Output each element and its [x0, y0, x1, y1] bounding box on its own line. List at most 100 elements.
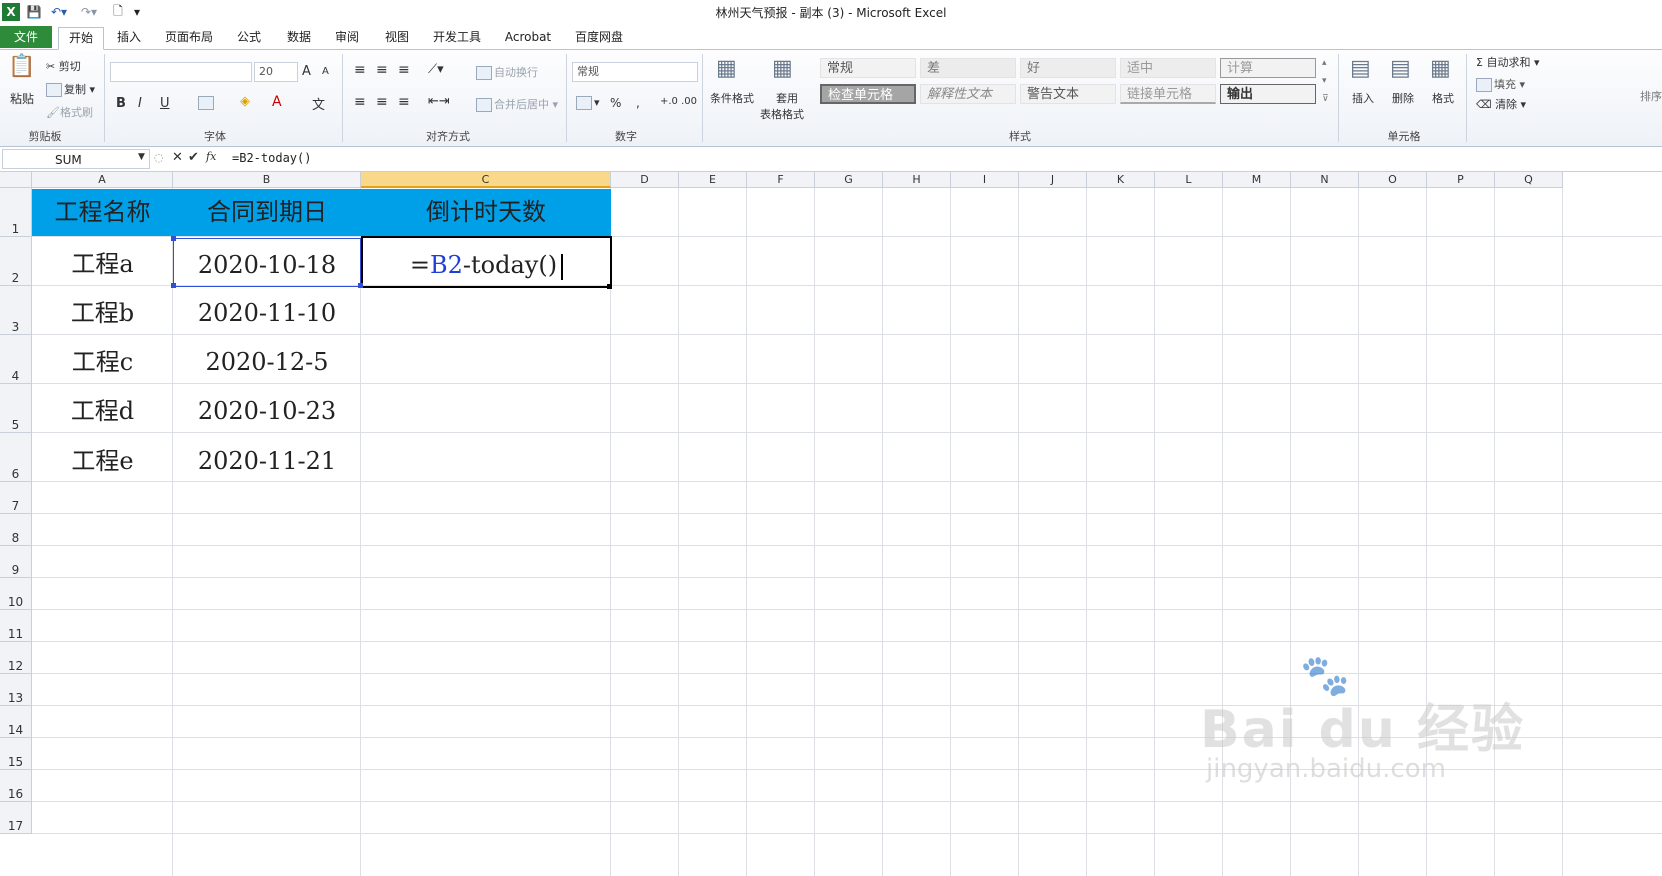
row-header-15[interactable]: 15: [0, 738, 32, 770]
column-header-b[interactable]: B: [173, 172, 361, 188]
style-output[interactable]: 输出: [1220, 84, 1316, 104]
align-middle-icon[interactable]: ≡: [376, 62, 388, 78]
delete-cells-button[interactable]: 删除: [1392, 90, 1414, 106]
column-header-d[interactable]: D: [611, 172, 679, 188]
tab-home[interactable]: 开始: [58, 27, 104, 50]
cell-c1[interactable]: 倒计时天数: [361, 189, 611, 236]
cell-a1[interactable]: 工程名称: [32, 189, 173, 236]
tab-data[interactable]: 数据: [280, 27, 318, 48]
styles-scroll-up-icon[interactable]: ▴: [1322, 58, 1327, 68]
format-cells-button[interactable]: 格式: [1432, 90, 1454, 106]
formula-options-icon[interactable]: ◌: [154, 151, 164, 164]
row-header-4[interactable]: 4: [0, 335, 32, 384]
enter-icon[interactable]: ✔: [188, 150, 199, 165]
column-header-j[interactable]: J: [1019, 172, 1087, 188]
copy-button[interactable]: 复制 ▾: [46, 81, 95, 97]
column-header-f[interactable]: F: [747, 172, 815, 188]
paste-button[interactable]: 粘贴: [10, 90, 34, 107]
cell-b3[interactable]: 2020-11-10: [173, 288, 361, 336]
style-good[interactable]: 好: [1020, 58, 1116, 78]
insert-function-button[interactable]: fx: [206, 150, 216, 163]
format-painter-button[interactable]: 🖌格式刷: [46, 104, 93, 120]
grow-font-button[interactable]: A: [302, 64, 311, 79]
fill-color-icon[interactable]: ◈: [240, 94, 250, 109]
orientation-icon[interactable]: ⟋▾: [428, 62, 444, 77]
insert-cells-button[interactable]: 插入: [1352, 90, 1374, 106]
cell-b2[interactable]: 2020-10-18: [173, 238, 361, 287]
fill-button[interactable]: 填充 ▾: [1476, 76, 1525, 92]
tab-page-layout[interactable]: 页面布局: [160, 27, 218, 48]
table-format-button-1[interactable]: 套用: [776, 90, 798, 106]
column-header-l[interactable]: L: [1155, 172, 1223, 188]
cancel-icon[interactable]: ✕: [172, 150, 183, 165]
font-size-combo[interactable]: 20: [254, 62, 298, 82]
font-name-combo[interactable]: [110, 62, 252, 82]
cell-b6[interactable]: 2020-11-21: [173, 435, 361, 483]
style-calculation[interactable]: 计算: [1220, 58, 1316, 78]
bold-button[interactable]: B: [116, 96, 126, 111]
conditional-format-button[interactable]: 条件格式: [710, 90, 754, 106]
row-header-12[interactable]: 12: [0, 642, 32, 674]
column-header-h[interactable]: H: [883, 172, 951, 188]
row-header-16[interactable]: 16: [0, 770, 32, 802]
border-icon[interactable]: [198, 96, 216, 110]
underline-button[interactable]: U: [160, 96, 170, 111]
style-normal[interactable]: 常规: [820, 58, 916, 78]
row-header-3[interactable]: 3: [0, 286, 32, 335]
cell-a3[interactable]: 工程b: [32, 288, 173, 336]
formula-input[interactable]: =B2-today(): [232, 151, 311, 165]
conditional-format-icon[interactable]: ▦: [716, 56, 737, 81]
row-header-14[interactable]: 14: [0, 706, 32, 738]
column-header-n[interactable]: N: [1291, 172, 1359, 188]
tab-developer[interactable]: 开发工具: [428, 27, 486, 48]
align-top-icon[interactable]: ≡: [354, 62, 366, 78]
column-header-q[interactable]: Q: [1495, 172, 1563, 188]
column-header-e[interactable]: E: [679, 172, 747, 188]
clear-button[interactable]: ⌫ 清除 ▾: [1476, 96, 1526, 112]
decimal-buttons[interactable]: +.0 .00: [660, 96, 697, 107]
cell-a4[interactable]: 工程c: [32, 337, 173, 385]
align-center-icon[interactable]: ≡: [376, 94, 388, 110]
cell-b4[interactable]: 2020-12-5: [173, 337, 361, 385]
comma-button[interactable]: ,: [636, 96, 640, 110]
align-left-icon[interactable]: ≡: [354, 94, 366, 110]
column-header-g[interactable]: G: [815, 172, 883, 188]
name-box-dropdown-icon[interactable]: ▼: [138, 152, 145, 162]
range-handle-icon[interactable]: [171, 236, 176, 241]
style-explanatory[interactable]: 解释性文本: [920, 84, 1016, 104]
font-color-button[interactable]: A: [272, 94, 282, 110]
name-box[interactable]: SUM: [2, 149, 150, 169]
row-header-9[interactable]: 9: [0, 546, 32, 578]
cell-b5[interactable]: 2020-10-23: [173, 386, 361, 434]
style-bad[interactable]: 差: [920, 58, 1016, 78]
row-header-7[interactable]: 7: [0, 482, 32, 514]
column-header-c[interactable]: C: [361, 172, 611, 188]
cell-b1[interactable]: 合同到期日: [173, 189, 361, 236]
format-cells-icon[interactable]: ▦: [1430, 56, 1451, 81]
row-header-10[interactable]: 10: [0, 578, 32, 610]
currency-icon[interactable]: ▾: [576, 96, 600, 110]
cell-a2[interactable]: 工程a: [32, 238, 173, 287]
shrink-font-button[interactable]: A: [322, 66, 329, 77]
style-linked-cell[interactable]: 链接单元格: [1120, 84, 1216, 104]
cell-a6[interactable]: 工程e: [32, 435, 173, 483]
row-header-2[interactable]: 2: [0, 237, 32, 286]
fill-handle-icon[interactable]: [607, 284, 612, 289]
tab-review[interactable]: 审阅: [328, 27, 366, 48]
select-all-button[interactable]: [0, 172, 32, 188]
align-right-icon[interactable]: ≡: [398, 94, 410, 110]
style-neutral[interactable]: 适中: [1120, 58, 1216, 78]
phonetic-icon[interactable]: 文: [312, 94, 325, 113]
align-bottom-icon[interactable]: ≡: [398, 62, 410, 78]
styles-more-icon[interactable]: ⊽: [1322, 94, 1329, 104]
column-header-i[interactable]: I: [951, 172, 1019, 188]
indent-icon[interactable]: ⇤⇥: [428, 94, 450, 109]
insert-cells-icon[interactable]: ▤: [1350, 56, 1371, 81]
cell-a5[interactable]: 工程d: [32, 386, 173, 434]
row-header-6[interactable]: 6: [0, 433, 32, 482]
row-header-1[interactable]: 1: [0, 188, 32, 237]
table-format-icon[interactable]: ▦: [772, 56, 793, 81]
tab-formulas[interactable]: 公式: [230, 27, 268, 48]
row-header-8[interactable]: 8: [0, 514, 32, 546]
styles-scroll-down-icon[interactable]: ▾: [1322, 76, 1327, 86]
